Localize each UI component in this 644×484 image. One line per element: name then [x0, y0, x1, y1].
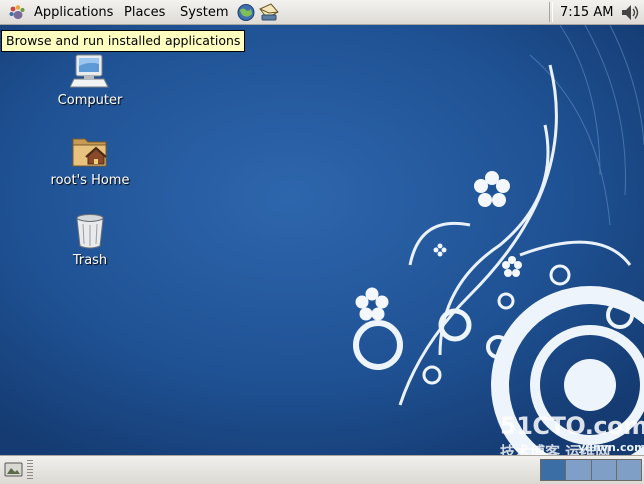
show-desktop-icon[interactable]	[4, 461, 23, 478]
workspace-3[interactable]	[590, 459, 617, 481]
gnome-foot-icon[interactable]	[8, 4, 26, 21]
computer-icon	[70, 54, 109, 88]
clock[interactable]: 7:15 AM	[560, 4, 613, 21]
bottom-panel	[0, 455, 644, 484]
panel-separator	[549, 2, 553, 22]
menu-applications[interactable]: Applications	[34, 4, 113, 21]
workspace-1[interactable]	[540, 459, 567, 481]
desktop-icon-trash[interactable]: Trash	[45, 211, 135, 269]
panel-grip[interactable]	[27, 460, 33, 480]
watermark-domain: yunvn.com	[578, 441, 644, 454]
workspace-4[interactable]	[615, 459, 642, 481]
desktop[interactable]: Computer root's Home Trash 51CTO.com 技术博…	[0, 25, 644, 455]
menu-places[interactable]: Places	[124, 4, 165, 21]
desktop-icon-home[interactable]: root's Home	[45, 131, 135, 189]
desktop-icon-label: Trash	[72, 253, 108, 268]
web-browser-icon[interactable]	[236, 3, 256, 22]
workspace-2[interactable]	[565, 459, 592, 481]
trash-icon	[76, 214, 104, 249]
mail-client-icon[interactable]	[259, 3, 279, 22]
speaker-icon[interactable]	[619, 3, 639, 22]
tooltip: Browse and run installed applications	[1, 30, 246, 52]
desktop-icon-label: root's Home	[50, 173, 130, 188]
watermark-brand: 51CTO.com	[500, 412, 644, 440]
menu-system[interactable]: System	[180, 4, 228, 21]
home-folder-icon	[72, 138, 107, 167]
desktop-icon-label: Computer	[57, 93, 123, 108]
workspace-switcher[interactable]	[540, 459, 642, 481]
top-panel: Applications Places System 7:15 AM	[0, 0, 644, 25]
desktop-icon-computer[interactable]: Computer	[45, 51, 135, 109]
